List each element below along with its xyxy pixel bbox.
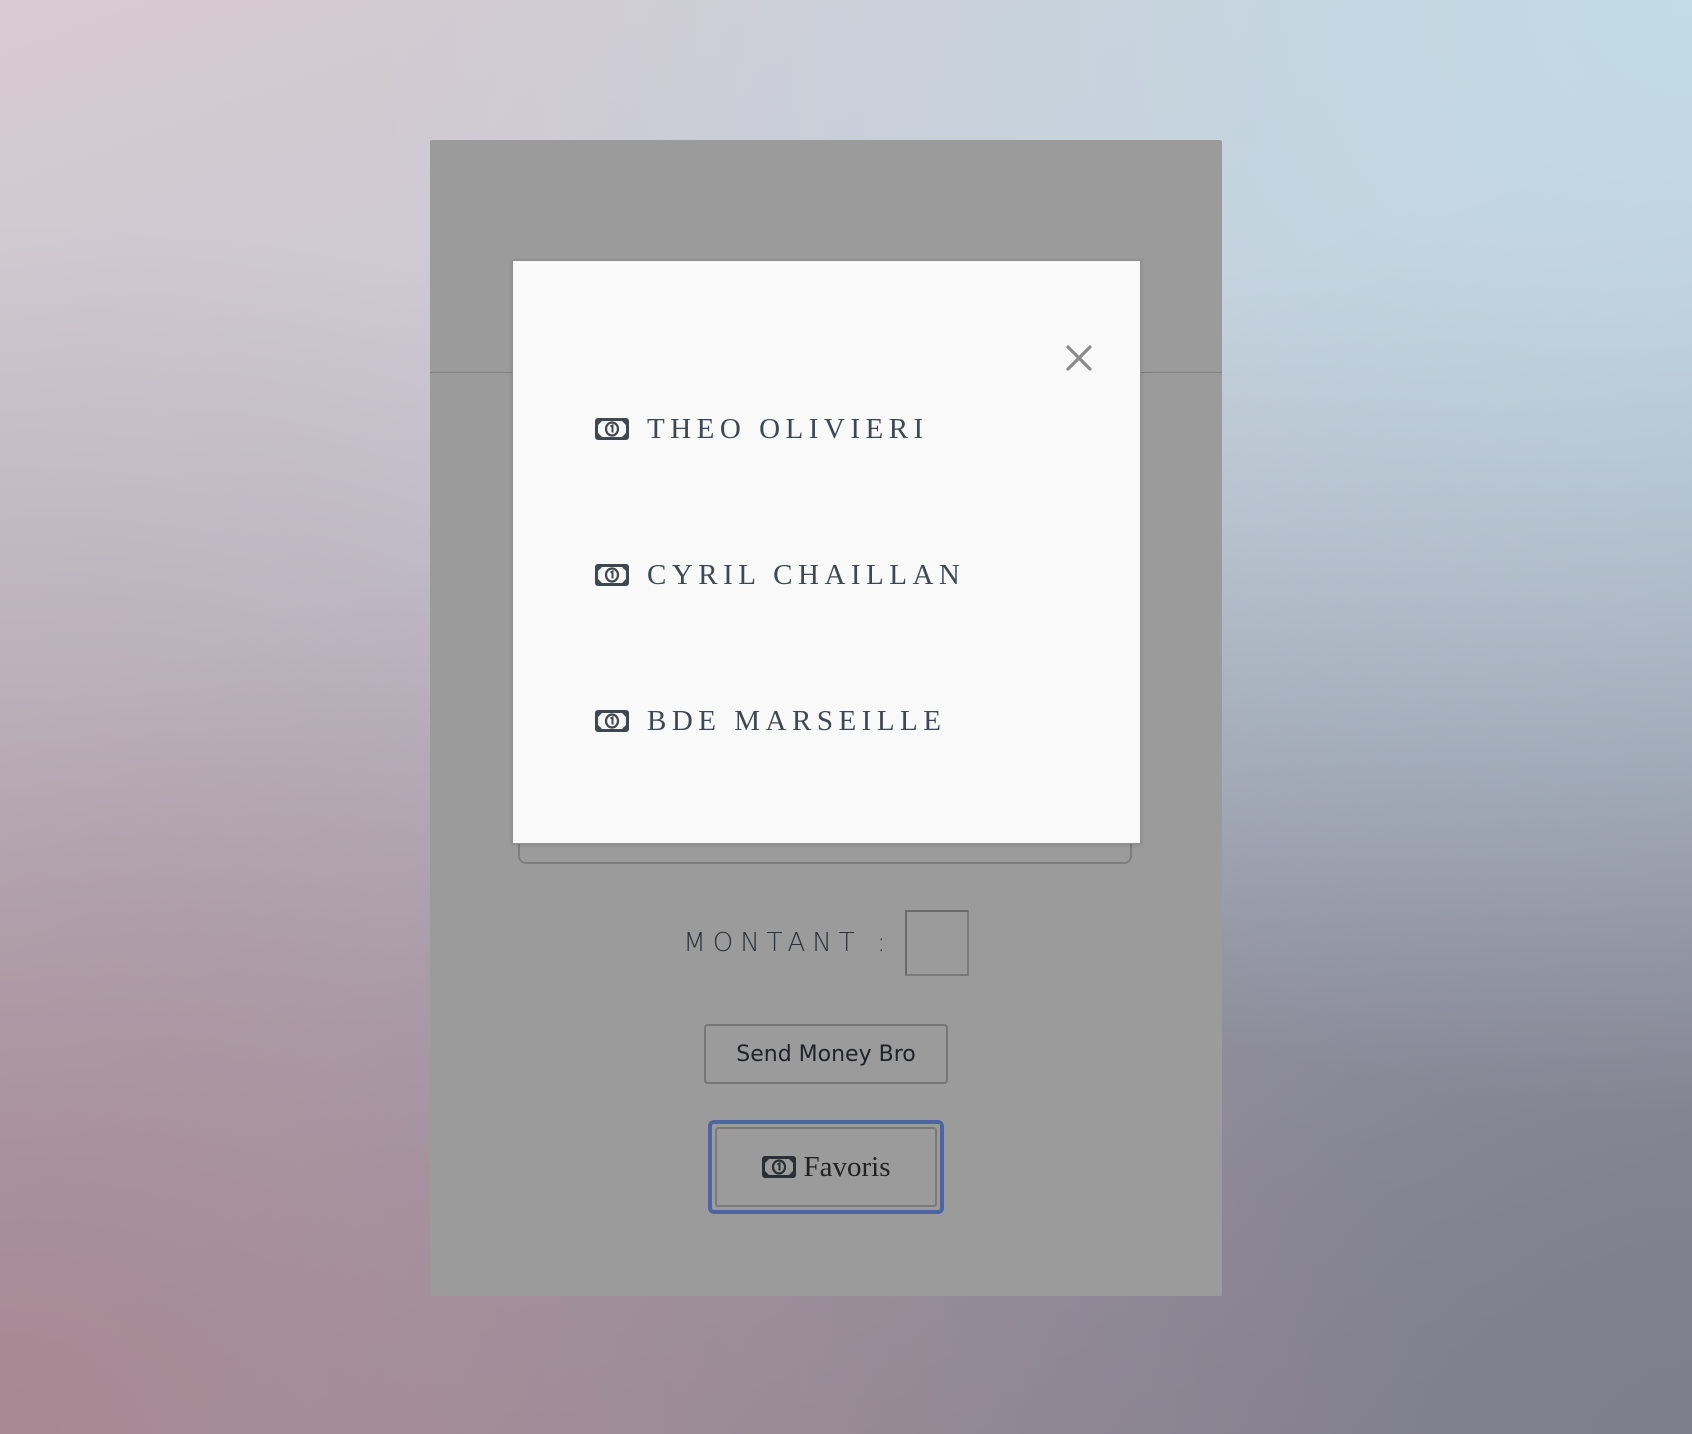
favorite-name: THEO OLIVIERI xyxy=(647,412,929,445)
close-icon[interactable] xyxy=(1062,341,1096,375)
favorite-item[interactable]: BDE MARSEILLE xyxy=(595,701,1100,741)
amount-label: MONTANT : xyxy=(683,928,893,958)
favorites-button[interactable]: Favoris xyxy=(715,1127,937,1207)
favorites-button-label: Favoris xyxy=(803,1150,891,1183)
favorites-modal: THEO OLIVIERI CYRIL CHAILLAN BDE MARSEIL… xyxy=(512,260,1141,844)
favorite-name: BDE MARSEILLE xyxy=(647,704,947,737)
favorites-button-focus-ring: Favoris xyxy=(708,1120,944,1214)
favorites-list: THEO OLIVIERI CYRIL CHAILLAN BDE MARSEIL… xyxy=(595,409,1100,847)
money-bill-icon xyxy=(595,710,629,732)
send-money-button[interactable]: Send Money Bro xyxy=(704,1024,948,1084)
amount-input[interactable] xyxy=(904,910,969,976)
favorite-item[interactable]: CYRIL CHAILLAN xyxy=(595,555,1100,595)
money-bill-icon xyxy=(595,564,629,586)
favorite-item[interactable]: THEO OLIVIERI xyxy=(595,409,1100,449)
money-bill-icon xyxy=(761,1156,796,1178)
favorite-name: CYRIL CHAILLAN xyxy=(647,558,966,591)
amount-row: MONTANT : xyxy=(430,910,1222,976)
money-bill-icon xyxy=(595,418,629,440)
